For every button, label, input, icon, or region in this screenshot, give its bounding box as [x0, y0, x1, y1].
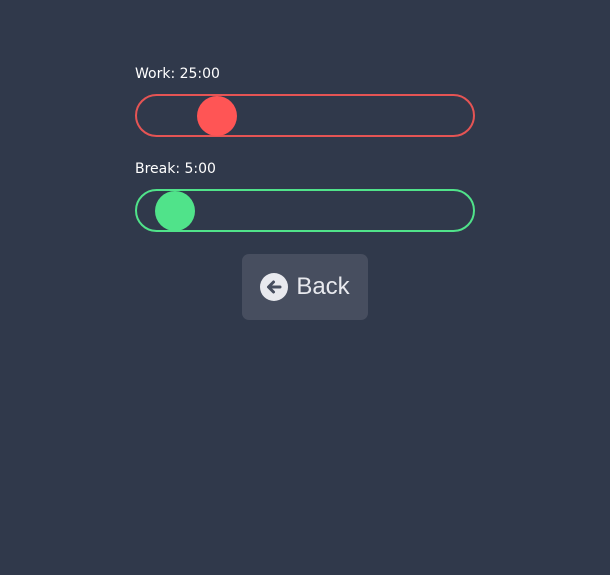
work-duration-slider[interactable] [135, 94, 475, 137]
arrow-left-circle-icon [260, 273, 289, 301]
work-slider-thumb[interactable] [196, 95, 237, 136]
break-slider-thumb[interactable] [155, 190, 196, 231]
back-button-label: Back [296, 273, 350, 300]
back-button[interactable]: Back [242, 254, 368, 320]
break-duration-slider[interactable] [135, 189, 475, 232]
break-duration-label: Break: 5:00 [135, 161, 216, 177]
work-duration-label: Work: 25:00 [135, 66, 220, 82]
